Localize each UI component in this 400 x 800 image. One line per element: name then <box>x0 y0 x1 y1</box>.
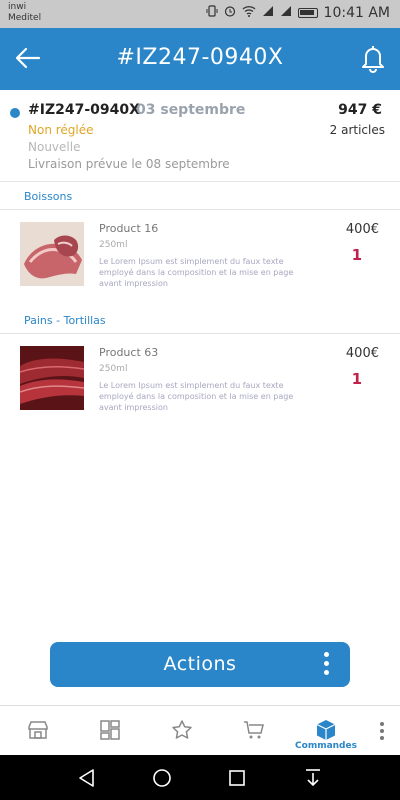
product-image <box>19 346 85 410</box>
bell-icon[interactable] <box>358 42 388 74</box>
product-quantity: 1 <box>351 370 362 388</box>
app-bar: #IZ247-0940X <box>0 28 400 90</box>
product-quantity: 1 <box>351 246 362 264</box>
product-item[interactable]: Product 16 250ml Le Lorem Ipsum est simp… <box>0 210 400 306</box>
order-total: 947 € <box>338 102 382 118</box>
order-date: 03 septembre <box>136 102 246 118</box>
order-id: #IZ247-0940X <box>28 102 140 118</box>
notification-pull-icon[interactable] <box>302 767 324 789</box>
bottom-nav: Commandes <box>0 705 400 755</box>
signal-icon <box>262 5 274 21</box>
nav-item-favorites[interactable] <box>146 706 218 756</box>
clock: 10:41 AM <box>323 5 390 21</box>
product-price: 400€ <box>345 222 379 237</box>
nav-label-commandes: Commandes <box>295 741 357 751</box>
nav-item-cart[interactable] <box>218 706 290 756</box>
status-icons: 10:41 AM <box>206 5 390 21</box>
delivery-date: Livraison prévue le 08 septembre <box>28 157 230 171</box>
status-bar: inwi Meditel 10:41 AM <box>0 0 400 28</box>
product-image <box>20 222 84 286</box>
product-description: Le Lorem Ipsum est simplement du faux te… <box>99 381 294 412</box>
product-volume: 250ml <box>99 364 128 374</box>
category-header: Boissons <box>0 182 400 210</box>
carrier-line2: Meditel <box>8 13 42 23</box>
alarm-icon <box>224 5 236 21</box>
category-header: Pains - Tortillas <box>0 306 400 334</box>
payment-status: Non réglée <box>28 123 94 137</box>
more-vertical-icon[interactable] <box>380 722 386 744</box>
category-label: Boissons <box>24 190 73 203</box>
star-icon <box>172 720 192 739</box>
home-circle-icon[interactable] <box>151 767 173 789</box>
product-price: 400€ <box>345 346 379 361</box>
carrier-info: inwi Meditel <box>8 2 41 24</box>
shop-icon <box>28 721 48 739</box>
nav-item-dashboard[interactable] <box>74 706 146 756</box>
system-nav-bar <box>0 755 400 800</box>
nav-item-commandes[interactable]: Commandes <box>290 706 362 756</box>
category-label: Pains - Tortillas <box>24 314 106 327</box>
order-summary: #IZ247-0940X 03 septembre 947 € 2 articl… <box>0 90 400 182</box>
signal-4g-icon <box>280 5 292 21</box>
page-title: #IZ247-0940X <box>116 45 284 70</box>
product-volume: 250ml <box>99 240 128 250</box>
cart-icon <box>244 721 264 739</box>
status-dot <box>10 108 20 118</box>
back-triangle-icon[interactable] <box>76 767 98 789</box>
actions-button[interactable]: Actions <box>50 642 350 687</box>
carrier-line1: inwi <box>8 2 27 12</box>
dashboard-icon <box>100 720 120 740</box>
order-state: Nouvelle <box>28 140 81 154</box>
recents-square-icon[interactable] <box>226 767 248 789</box>
vibrate-icon <box>206 5 218 21</box>
nav-item-shop[interactable] <box>2 706 74 756</box>
box-icon <box>316 720 336 740</box>
more-vertical-icon[interactable] <box>324 652 330 678</box>
product-description: Le Lorem Ipsum est simplement du faux te… <box>99 257 294 288</box>
actions-label: Actions <box>163 653 237 675</box>
wifi-icon <box>242 5 256 21</box>
product-name: Product 16 <box>99 222 159 235</box>
battery-icon <box>297 8 318 18</box>
order-articles-count: 2 articles <box>329 123 385 137</box>
product-name: Product 63 <box>99 346 159 359</box>
product-item[interactable]: Product 63 250ml Le Lorem Ipsum est simp… <box>0 334 400 430</box>
